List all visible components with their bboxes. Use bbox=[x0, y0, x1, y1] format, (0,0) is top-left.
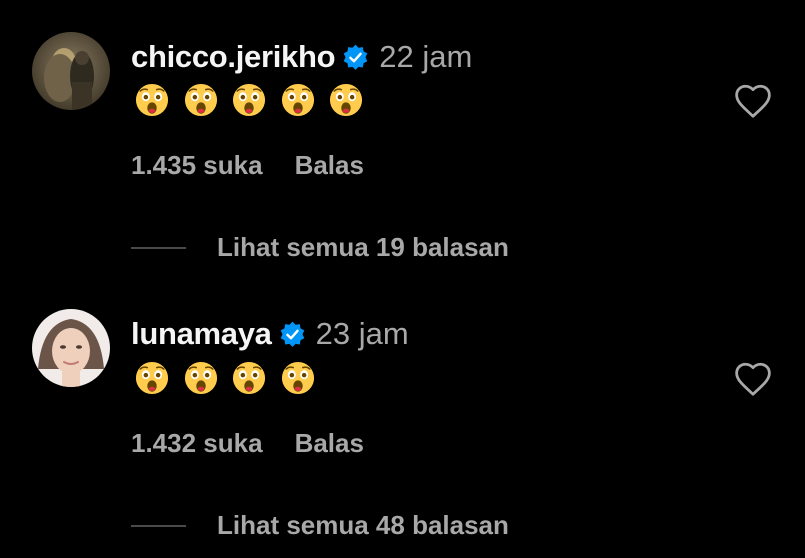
avatar[interactable] bbox=[32, 309, 110, 387]
like-heart-icon[interactable] bbox=[733, 361, 773, 397]
astonished-face-icon bbox=[135, 83, 169, 117]
divider-line bbox=[131, 246, 186, 249]
avatar[interactable] bbox=[32, 32, 110, 110]
astonished-face-icon bbox=[232, 361, 266, 395]
astonished-face-icon bbox=[281, 361, 314, 395]
like-count[interactable]: 1.435 suka bbox=[131, 150, 263, 181]
username[interactable]: lunamaya bbox=[131, 316, 272, 352]
timestamp: 23 jam bbox=[315, 316, 409, 351]
view-replies-button[interactable]: Lihat semua 48 balasan bbox=[131, 510, 509, 541]
view-replies-label: Lihat semua 19 balasan bbox=[217, 232, 509, 262]
verified-badge-icon bbox=[343, 44, 368, 70]
timestamp: 22 jam bbox=[379, 39, 473, 74]
view-replies-button[interactable]: Lihat semua 19 balasan bbox=[131, 232, 509, 263]
astonished-face-icon bbox=[232, 83, 266, 117]
astonished-face-icon bbox=[135, 361, 169, 395]
comment-header: chicco.jerikho 22 jam bbox=[131, 36, 472, 78]
comment-header: lunamaya 23 jam bbox=[131, 313, 409, 355]
like-count[interactable]: 1.432 suka bbox=[131, 428, 263, 459]
astonished-face-icon bbox=[184, 361, 217, 395]
astonished-face-icon bbox=[329, 83, 363, 117]
comment-meta: 1.435 suka Balas bbox=[131, 150, 364, 181]
verified-badge-icon bbox=[280, 321, 304, 347]
astonished-face-icon bbox=[281, 83, 314, 117]
comment-text bbox=[135, 361, 329, 395]
divider-line bbox=[131, 524, 186, 527]
comment-meta: 1.432 suka Balas bbox=[131, 428, 364, 459]
view-replies-label: Lihat semua 48 balasan bbox=[217, 510, 509, 540]
astonished-face-icon bbox=[184, 83, 217, 117]
like-heart-icon[interactable] bbox=[733, 83, 773, 119]
comment-text bbox=[135, 83, 378, 117]
username[interactable]: chicco.jerikho bbox=[131, 39, 336, 75]
reply-button[interactable]: Balas bbox=[295, 428, 364, 459]
reply-button[interactable]: Balas bbox=[295, 150, 364, 181]
